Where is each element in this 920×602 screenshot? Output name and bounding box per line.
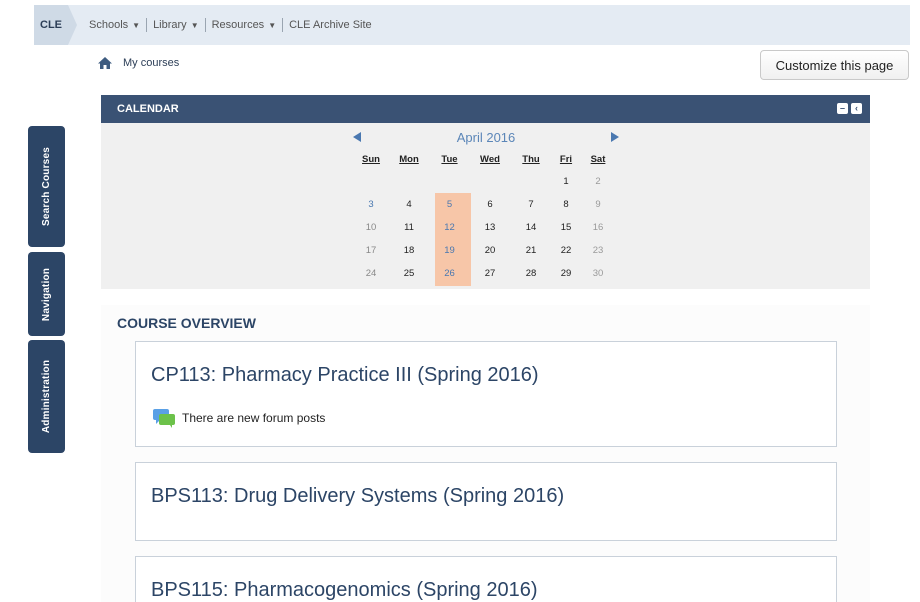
calendar-day: 9 [595,199,601,210]
calendar-day: 20 [484,245,496,256]
course-card: CP113: Pharmacy Practice III (Spring 201… [135,341,837,447]
calendar-day-event[interactable]: 5 [429,193,470,216]
calendar-day: 1 [563,176,569,187]
course-link[interactable]: BPS113: Drug Delivery Systems (Spring 20… [151,485,564,508]
forum-notice-text[interactable]: There are new forum posts [182,411,325,425]
side-tab-search-courses[interactable]: Search Courses [28,126,65,247]
calendar-day: 14 [525,222,537,233]
calendar-day-event[interactable]: 12 [429,216,470,239]
menu-library[interactable]: Library ▼ [147,19,205,31]
calendar-grid: Sun Mon Tue Wed Thu Fri Sat 1 2 3 4 5 6 … [353,148,616,285]
caret-down-icon: ▼ [268,20,277,30]
forum-posts-icon [153,409,175,428]
calendar-day: 30 [592,268,604,279]
calendar-day: 2 [595,176,601,187]
calendar-day [353,170,389,193]
calendar-day: 29 [560,268,572,279]
menu-library-label: Library [153,19,187,31]
weekday-sun: Sun [362,153,380,165]
top-navbar: CLE Schools ▼ Library ▼ Resources ▼ CLE … [34,5,910,45]
calendar-day: 21 [525,245,537,256]
calendar-day-event[interactable]: 3 [353,193,389,216]
course-link[interactable]: BPS115: Pharmacogenomics (Spring 2016) [151,579,538,602]
course-link[interactable]: CP113: Pharmacy Practice III (Spring 201… [151,364,539,387]
calendar-day: 23 [592,245,604,256]
calendar-block-header: CALENDAR – ‹ [101,95,870,123]
calendar-day: 24 [365,268,377,279]
calendar-month-link[interactable]: April 2016 [457,130,516,145]
side-tab-navigation[interactable]: Navigation [28,252,65,336]
calendar-day: 25 [403,268,415,279]
customize-page-button[interactable]: Customize this page [760,50,909,80]
side-tab-administration[interactable]: Administration [28,340,65,453]
menu-resources[interactable]: Resources ▼ [206,19,283,31]
calendar-month-nav: April 2016 [353,128,619,146]
menu-schools[interactable]: Schools ▼ [83,19,146,31]
calendar-day: 28 [525,268,537,279]
calendar-day: 15 [560,222,572,233]
weekday-mon: Mon [399,153,419,165]
weekday-fri: Fri [559,153,573,165]
calendar-day: 16 [592,222,604,233]
block-controls: – ‹ [837,103,862,114]
calendar-day [470,170,510,193]
calendar-title: CALENDAR [117,103,179,115]
weekday-sat: Sat [590,153,606,165]
prev-month-icon[interactable] [353,132,361,142]
course-overview-title: COURSE OVERVIEW [117,315,256,331]
calendar-day [389,170,429,193]
menu-cle-archive-site[interactable]: CLE Archive Site [283,19,378,31]
calendar-day: 17 [365,245,377,256]
calendar-day: 8 [563,199,569,210]
menu-resources-label: Resources [211,19,265,31]
main-menu: Schools ▼ Library ▼ Resources ▼ CLE Arch… [83,18,378,32]
weekday-thu: Thu [522,153,540,165]
calendar-day [429,170,470,193]
menu-archive-label: CLE Archive Site [289,19,372,31]
side-tab-label: Administration [41,359,53,434]
home-icon [98,57,112,69]
forum-notice: There are new forum posts [152,408,325,428]
course-card: BPS113: Drug Delivery Systems (Spring 20… [135,462,837,541]
menu-schools-label: Schools [89,19,129,31]
calendar-day-event[interactable]: 19 [429,239,470,262]
calendar-day-event[interactable]: 26 [429,262,470,285]
caret-down-icon: ▼ [132,20,141,30]
breadcrumb-my-courses[interactable]: My courses [123,57,179,69]
next-month-icon[interactable] [610,132,619,142]
dock-icon[interactable]: ‹ [851,103,862,114]
calendar-day: 4 [406,199,412,210]
weekday-tue: Tue [441,153,458,165]
calendar-day: 7 [528,199,534,210]
calendar-day [510,170,552,193]
calendar-day: 10 [365,222,377,233]
calendar-day: 13 [484,222,496,233]
calendar-day: 27 [484,268,496,279]
calendar-day: 22 [560,245,572,256]
calendar-day: 11 [404,222,414,233]
brand-arrow [68,5,77,45]
side-tab-label: Search Courses [41,147,53,226]
course-card: BPS115: Pharmacogenomics (Spring 2016) [135,556,837,602]
collapse-icon[interactable]: – [837,103,848,114]
brand-label: CLE [40,19,62,31]
weekday-wed: Wed [480,153,500,165]
caret-down-icon: ▼ [190,20,199,30]
breadcrumb: My courses [97,56,179,70]
brand-logo[interactable]: CLE [34,5,77,45]
side-tab-label: Navigation [41,267,52,321]
calendar-day: 18 [403,245,415,256]
calendar-day: 6 [487,199,493,210]
